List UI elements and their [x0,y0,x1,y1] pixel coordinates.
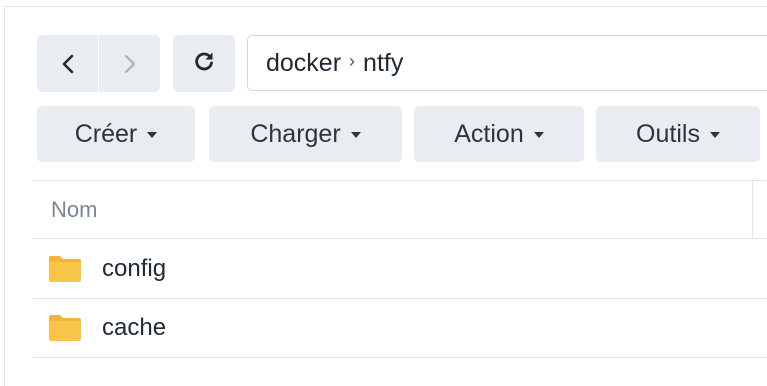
refresh-icon [193,50,215,77]
table-row[interactable]: config [33,240,767,299]
caret-down-icon [709,132,720,138]
path-segment-ntfy[interactable]: ntfy [363,49,403,78]
upload-button-label: Charger [250,119,341,148]
file-name: cache [102,314,167,341]
folder-icon [33,314,82,342]
back-button[interactable] [37,35,98,92]
action-button[interactable]: Action [414,106,584,162]
caret-down-icon [350,132,361,138]
tools-button-label: Outils [636,119,700,148]
refresh-button[interactable] [173,35,235,92]
caret-down-icon [533,132,544,138]
path-segment-docker[interactable]: docker [266,49,341,78]
file-name: config [102,255,167,282]
history-nav-group [37,35,160,92]
path-separator: › [349,50,356,71]
column-resize-handle[interactable] [752,181,753,239]
table-row[interactable]: cache [33,299,767,358]
path-bar[interactable]: docker › ntfy [247,35,767,91]
create-button[interactable]: Créer [37,106,195,162]
forward-button[interactable] [99,35,160,92]
table-header-row: Nom [33,181,767,239]
action-button-label: Action [454,119,524,148]
chevron-right-icon [123,54,137,74]
chevron-left-icon [61,54,75,74]
tools-button[interactable]: Outils [596,106,760,162]
create-button-label: Créer [74,119,138,148]
upload-button[interactable]: Charger [209,106,402,162]
folder-icon [33,255,82,283]
column-header-name[interactable]: Nom [51,197,97,223]
caret-down-icon [147,132,158,138]
